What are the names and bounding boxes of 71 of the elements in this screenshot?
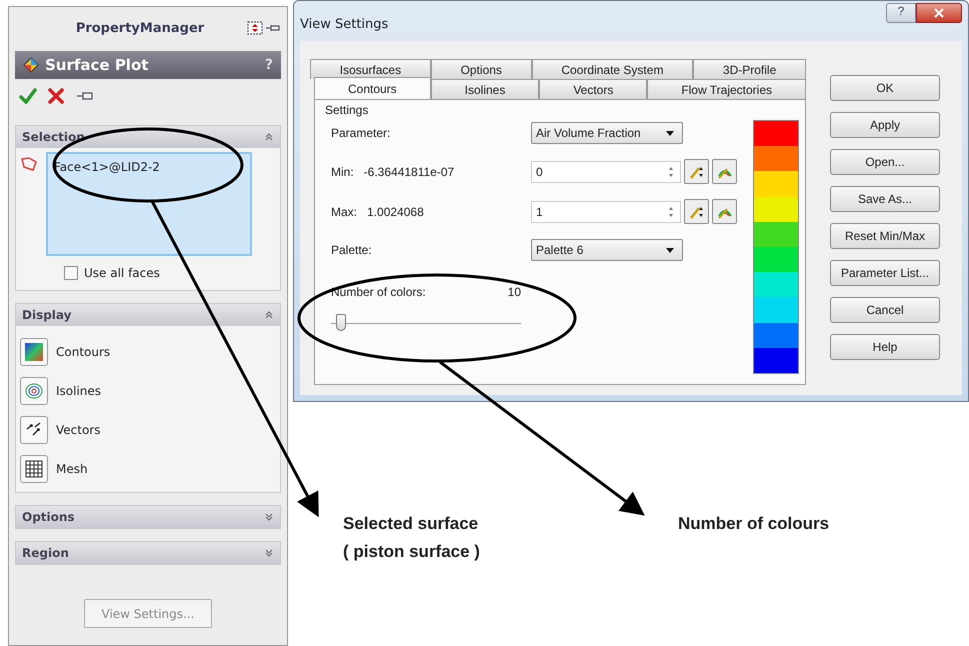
- parameter-dropdown[interactable]: Air Volume Fraction: [531, 122, 683, 144]
- dialog-button[interactable]: Parameter List...: [830, 260, 940, 286]
- help-button[interactable]: ?: [886, 3, 916, 23]
- pin-icon[interactable]: [265, 23, 281, 33]
- close-button[interactable]: [916, 3, 962, 23]
- tool-button[interactable]: [684, 199, 709, 224]
- dialog-button[interactable]: Cancel: [830, 297, 940, 323]
- tool-button[interactable]: [684, 159, 709, 184]
- min-reading: -6.36441811e-07: [364, 164, 454, 178]
- pin-icon[interactable]: [75, 90, 95, 102]
- toggle-button[interactable]: [20, 338, 48, 366]
- tab[interactable]: Contours: [314, 77, 431, 99]
- dialog-button[interactable]: OK: [830, 75, 940, 101]
- panel-title: PropertyManager: [74, 20, 206, 36]
- tab[interactable]: Coordinate System: [532, 59, 694, 79]
- tool-button[interactable]: [712, 199, 737, 224]
- split-panel-icon[interactable]: [247, 20, 263, 36]
- caret-icon: [666, 248, 674, 252]
- annotation-text: Selected surface ( piston surface ): [343, 513, 480, 563]
- dialog-button[interactable]: Reset Min/Max: [830, 223, 940, 249]
- section-header[interactable]: Options: [16, 506, 280, 528]
- slider-value: 10: [508, 285, 521, 299]
- dialog-button[interactable]: Open...: [830, 149, 940, 175]
- toggle-button[interactable]: [20, 416, 48, 444]
- mesh-grid-icon: [24, 458, 44, 478]
- selection-list[interactable]: Face<1>@LID2-2: [46, 152, 252, 256]
- caret-icon: [666, 130, 674, 136]
- section-header[interactable]: Selection: [16, 126, 280, 148]
- tab[interactable]: Isosurfaces: [310, 59, 431, 79]
- checkbox[interactable]: [64, 266, 78, 280]
- toggle-button[interactable]: [20, 376, 48, 404]
- palette-dropdown[interactable]: Palette 6: [531, 239, 683, 261]
- contours-icon: [24, 342, 44, 362]
- tab[interactable]: Flow Trajectories: [647, 79, 806, 99]
- dialog-button[interactable]: Save As...: [830, 186, 940, 212]
- field-label: Max:: [331, 204, 358, 218]
- tab[interactable]: 3D-Profile: [693, 59, 806, 79]
- display-option-label: Contours: [56, 344, 110, 358]
- display-option-label: Isolines: [56, 384, 102, 398]
- surface-plot-icon: [23, 57, 39, 73]
- section-header[interactable]: Region: [16, 542, 280, 564]
- spin-icon[interactable]: [668, 166, 674, 178]
- ok-check-icon[interactable]: [19, 88, 37, 104]
- tab[interactable]: Options: [430, 59, 532, 79]
- display-option-label: Mesh: [56, 462, 88, 476]
- tab[interactable]: Isolines: [430, 79, 540, 99]
- display-option-label: Vectors: [56, 422, 100, 436]
- field-label: Palette:: [331, 243, 373, 257]
- annotation-text: Number of colours: [678, 513, 830, 535]
- dialog-button[interactable]: Help: [830, 334, 940, 360]
- min-input-field[interactable]: 0: [531, 160, 681, 182]
- field-label: Parameter:: [331, 126, 392, 140]
- dialog-button[interactable]: Apply: [830, 112, 940, 138]
- max-reading: 1.0024068: [367, 204, 424, 218]
- group-legend: Settings: [325, 103, 368, 117]
- face-icon: [20, 156, 38, 172]
- close-icon: [933, 8, 945, 18]
- selection-item[interactable]: Face<1>@LID2-2: [54, 160, 160, 174]
- window-title: View Settings: [300, 17, 388, 32]
- field-label: Min:: [331, 164, 354, 178]
- feature-title: Surface Plot: [45, 56, 150, 74]
- spin-icon[interactable]: [668, 206, 674, 218]
- cancel-x-icon[interactable]: [47, 88, 65, 104]
- section-header[interactable]: Display: [16, 304, 280, 326]
- slider-thumb[interactable]: [336, 314, 346, 331]
- checkbox-label: Use all faces: [84, 266, 160, 280]
- tool-button[interactable]: [712, 159, 737, 184]
- tab[interactable]: Vectors: [539, 79, 648, 99]
- max-input-field[interactable]: 1: [531, 200, 681, 222]
- toggle-button[interactable]: [20, 454, 48, 482]
- isolines-icon: [24, 380, 44, 400]
